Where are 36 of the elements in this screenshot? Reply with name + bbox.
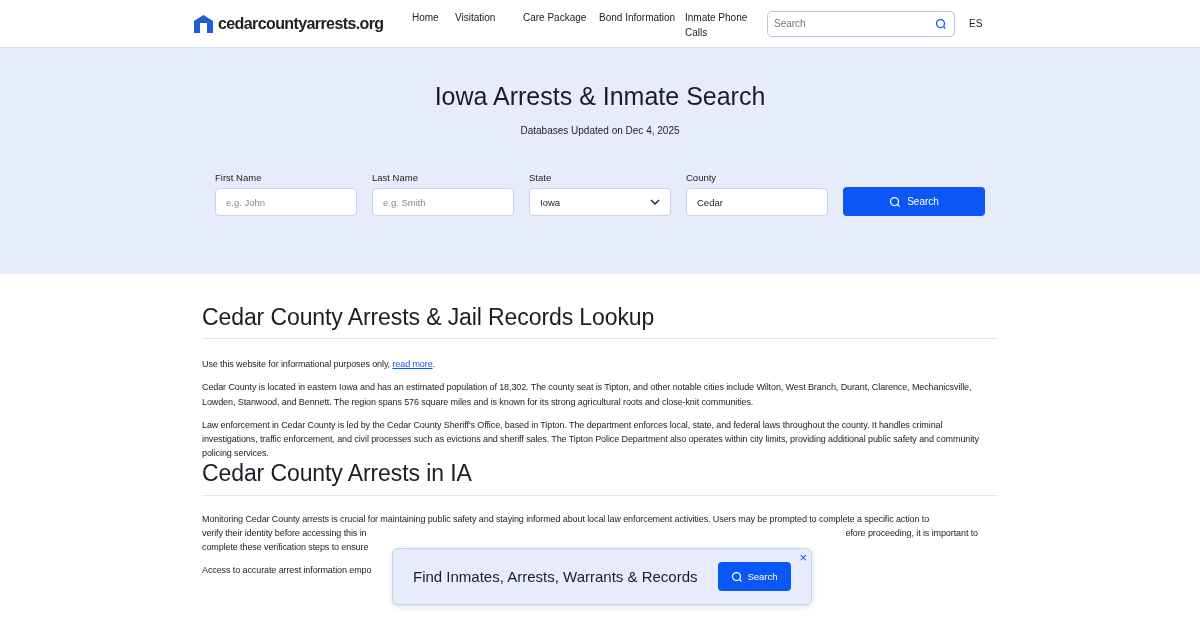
close-button[interactable]: × <box>799 551 807 565</box>
field-label: Last Name <box>372 172 419 183</box>
read-more-link[interactable]: read more <box>392 359 433 370</box>
input-field[interactable]: Cedar <box>686 188 828 216</box>
field-label: State <box>529 172 553 183</box>
search-field[interactable]: Search <box>767 10 955 37</box>
search-button[interactable]: Search <box>843 187 985 216</box>
search-icon <box>731 570 744 583</box>
popup-search-button[interactable]: Search <box>718 562 791 591</box>
paragraph-text: Monitoring Cedar County arrests is crucial for maintaining public safety and staying informed about local law enforcement activities. Users may be prompted to complete a specific action to <box>202 512 930 526</box>
nav-link[interactable]: Home <box>412 9 455 25</box>
paragraph-text: verify their identity before accessing this in <box>202 526 367 540</box>
language-link[interactable]: ES <box>969 18 983 29</box>
popup-title: Find Inmates, Arrests, Warrants & Records <box>413 568 698 585</box>
search-icon <box>889 195 902 208</box>
paragraph-text: efore proceeding, it is important to <box>845 526 978 540</box>
paragraph: Cedar County is located in eastern Iowa and has an estimated population of 18,302. The county seat is Tipton, and other notable cities include Wilton, West Branch, Durant, Clarence, Mechanicsville, Lowden, Stanwood, and Bennett. The region spans 576 square miles and is known for its strong agricultural roots and close-knit communities. <box>202 381 973 409</box>
intro-text: Use this website for informational purposes only, read more. <box>202 358 436 372</box>
paragraph-text: complete these verification steps to ensure <box>202 541 369 555</box>
input-field[interactable]: e.g. Smith <box>372 188 514 216</box>
input-field[interactable]: e.g. John <box>215 188 357 216</box>
nav-link[interactable]: Care Package <box>523 9 599 25</box>
search-icon <box>935 17 947 30</box>
nav-link[interactable]: Visitation <box>455 9 523 25</box>
paragraph-text: Access to accurate arrest information empo <box>202 565 372 576</box>
nav-link[interactable]: Bond Information <box>599 9 685 25</box>
field-label: County <box>686 172 718 183</box>
update-date: Databases Updated on Dec 4, 2025 <box>520 125 680 136</box>
state-select[interactable]: Iowa <box>529 188 671 216</box>
field-label: First Name <box>215 172 263 183</box>
chevron-icon <box>650 199 660 205</box>
building-icon <box>194 14 213 33</box>
site-logo[interactable]: cedarcountyarrests.org <box>218 14 384 33</box>
paragraph: Law enforcement in Cedar County is led by the Cedar County Sheriff's Office, based in Tipton. The department enforces local, state, and federal laws throughout the county. It handles criminal investigations, traffic enforcement, and civil processes such as evictions and sheriff sales. The Tipton Police Department also operates within city limits, providing additional public safety and community policing services. <box>202 418 980 461</box>
hero-title: Iowa Arrests & Inmate Search <box>434 82 766 111</box>
nav-link[interactable]: Inmate Phone Calls <box>685 9 763 40</box>
